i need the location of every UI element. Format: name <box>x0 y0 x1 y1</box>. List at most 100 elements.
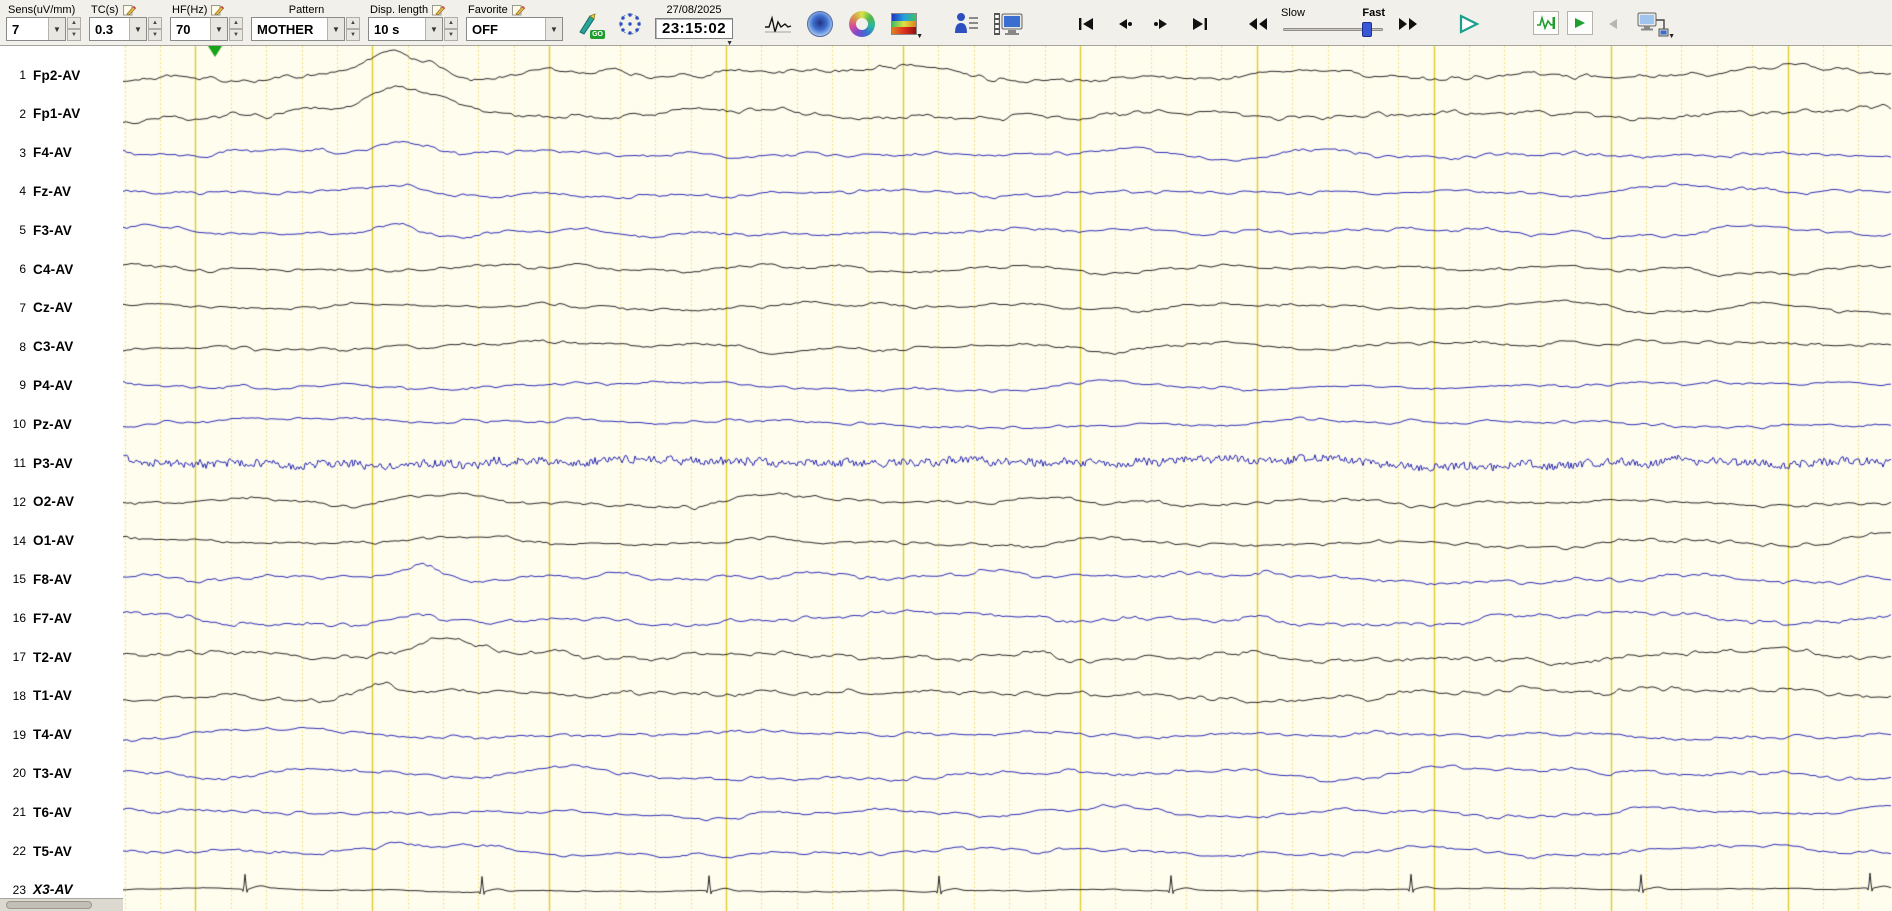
video-button[interactable] <box>991 8 1025 40</box>
chevron-down-icon[interactable]: ▼ <box>425 18 442 40</box>
sens-combo[interactable]: 7 ▼ <box>6 17 66 41</box>
chevron-down-icon[interactable]: ▼ <box>545 18 562 40</box>
fast-forward-button[interactable] <box>1393 11 1423 37</box>
channel-label-row[interactable]: 22 T5-AV <box>0 842 72 860</box>
channel-label: P3-AV <box>33 455 73 471</box>
favorite-field: Favorite OFF ▼ <box>466 2 563 41</box>
eeg-canvas[interactable] <box>123 46 1892 911</box>
disp-length-stepper[interactable]: ▲ ▼ <box>444 17 458 41</box>
edit-icon[interactable] <box>122 4 136 16</box>
channel-label-row[interactable]: 18 T1-AV <box>0 687 72 705</box>
chevron-down-icon[interactable]: ▼ <box>129 18 146 40</box>
down-arrow-icon[interactable]: ▼ <box>444 29 458 41</box>
favorite-value: OFF <box>472 21 498 37</box>
speed-slider-thumb[interactable] <box>1362 22 1373 37</box>
channel-label: O1-AV <box>33 533 75 549</box>
channel-label-row[interactable]: 6 C4-AV <box>0 260 74 278</box>
pattern-value: MOTHER <box>257 21 314 37</box>
channel-label-row[interactable]: 8 C3-AV <box>0 338 74 356</box>
waveform-review-button[interactable] <box>761 8 795 40</box>
down-arrow-icon[interactable]: ▼ <box>229 29 243 41</box>
chevron-down-icon[interactable]: ▼ <box>48 18 65 40</box>
channel-label-row[interactable]: 20 T3-AV <box>0 764 72 782</box>
channel-label-row[interactable]: 11 P3-AV <box>0 454 73 472</box>
tc-combo[interactable]: 0.3 ▼ <box>89 17 147 41</box>
pattern-stepper[interactable]: ▲ ▼ <box>346 17 360 41</box>
down-arrow-icon[interactable]: ▼ <box>148 29 162 41</box>
up-arrow-icon[interactable]: ▲ <box>229 17 243 29</box>
channel-label-row[interactable]: 19 T4-AV <box>0 726 72 744</box>
hf-value: 70 <box>176 21 191 37</box>
step-forward-button[interactable] <box>1147 11 1177 37</box>
chevron-down-icon[interactable]: ▼ <box>916 33 923 40</box>
pattern-combo[interactable]: MOTHER ▼ <box>251 17 345 41</box>
channel-number: 3 <box>19 145 26 160</box>
channel-label-row[interactable]: 12 O2-AV <box>0 493 74 511</box>
skip-end-icon <box>1193 18 1208 30</box>
scrollbar-thumb[interactable] <box>6 901 92 909</box>
down-arrow-icon[interactable]: ▼ <box>67 29 81 41</box>
channel-label-row[interactable]: 16 F7-AV <box>0 609 72 627</box>
channel-label-row[interactable]: 2 Fp1-AV <box>0 105 80 123</box>
sens-stepper[interactable]: ▲ ▼ <box>67 17 81 41</box>
chevron-down-icon[interactable]: ▼ <box>327 18 344 40</box>
slow-label: Slow <box>1281 7 1305 19</box>
channel-label: T3-AV <box>33 765 73 781</box>
prev-page-button[interactable] <box>1601 11 1625 37</box>
channel-label-row[interactable]: 15 F8-AV <box>0 570 72 588</box>
edit-icon[interactable] <box>211 4 225 16</box>
annotation-pen-button[interactable]: GO <box>571 8 605 40</box>
horizontal-scrollbar[interactable] <box>0 898 123 911</box>
channel-label-row[interactable]: 4 Fz-AV <box>0 182 71 200</box>
step-back-icon <box>1119 19 1133 29</box>
chevron-down-icon[interactable]: ▼ <box>210 18 227 40</box>
up-arrow-icon[interactable]: ▲ <box>346 17 360 29</box>
play-button[interactable] <box>1451 11 1487 37</box>
skip-to-end-button[interactable] <box>1185 11 1215 37</box>
channel-label-row[interactable]: 21 T6-AV <box>0 803 72 821</box>
channel-number: 8 <box>19 339 26 354</box>
hf-stepper[interactable]: ▲ ▼ <box>229 17 243 41</box>
tc-stepper[interactable]: ▲ ▼ <box>148 17 162 41</box>
auto-play-button[interactable] <box>1567 11 1594 35</box>
brain-topography-button[interactable] <box>803 8 837 40</box>
date-display: 27/08/2025 <box>666 4 722 16</box>
hf-combo[interactable]: 70 ▼ <box>170 17 228 41</box>
hf-label: HF(Hz) <box>172 3 208 16</box>
channel-label-row[interactable]: 14 O1-AV <box>0 532 74 550</box>
channel-label: T5-AV <box>33 843 73 859</box>
chevron-down-icon[interactable]: ▼ <box>1668 33 1675 40</box>
patient-info-button[interactable] <box>949 8 983 40</box>
channel-label: T2-AV <box>33 649 73 665</box>
channel-label-row[interactable]: 9 P4-AV <box>0 376 73 394</box>
live-trace-button[interactable] <box>1533 11 1560 35</box>
edit-icon[interactable] <box>511 4 525 16</box>
speed-slider-track[interactable] <box>1281 21 1385 37</box>
up-arrow-icon[interactable]: ▲ <box>148 17 162 29</box>
channel-label-row[interactable]: 3 F4-AV <box>0 144 72 162</box>
rewind-button[interactable] <box>1243 11 1273 37</box>
channel-label-row[interactable]: 1 Fp2-AV <box>0 66 80 84</box>
channel-label-row[interactable]: 17 T2-AV <box>0 648 72 666</box>
channel-label-row[interactable]: 10 Pz-AV <box>0 415 72 433</box>
up-arrow-icon[interactable]: ▲ <box>444 17 458 29</box>
electrode-map-button[interactable] <box>613 8 647 40</box>
channel-label-row[interactable]: 7 Cz-AV <box>0 299 73 317</box>
network-review-button[interactable]: ▼ <box>1633 8 1675 40</box>
disp-length-combo[interactable]: 10 s ▼ <box>368 17 443 41</box>
chevron-down-icon[interactable]: ▼ <box>726 40 733 47</box>
channel-number: 11 <box>13 456 26 470</box>
up-arrow-icon[interactable]: ▲ <box>67 17 81 29</box>
skip-to-start-button[interactable] <box>1071 11 1101 37</box>
channel-label: C3-AV <box>33 339 74 355</box>
time-display[interactable]: 23:15:02 <box>655 18 734 39</box>
channel-label-row[interactable]: 5 F3-AV <box>0 221 72 239</box>
down-arrow-icon[interactable]: ▼ <box>346 29 360 41</box>
channel-number: 21 <box>12 805 26 820</box>
spectrogram-button[interactable]: ▼ <box>887 8 923 40</box>
favorite-combo[interactable]: OFF ▼ <box>466 17 563 41</box>
channel-label-row[interactable]: 23 X3-AV <box>0 881 73 899</box>
edit-icon[interactable] <box>432 4 446 16</box>
frequency-map-button[interactable] <box>845 8 879 40</box>
step-back-button[interactable] <box>1109 11 1139 37</box>
